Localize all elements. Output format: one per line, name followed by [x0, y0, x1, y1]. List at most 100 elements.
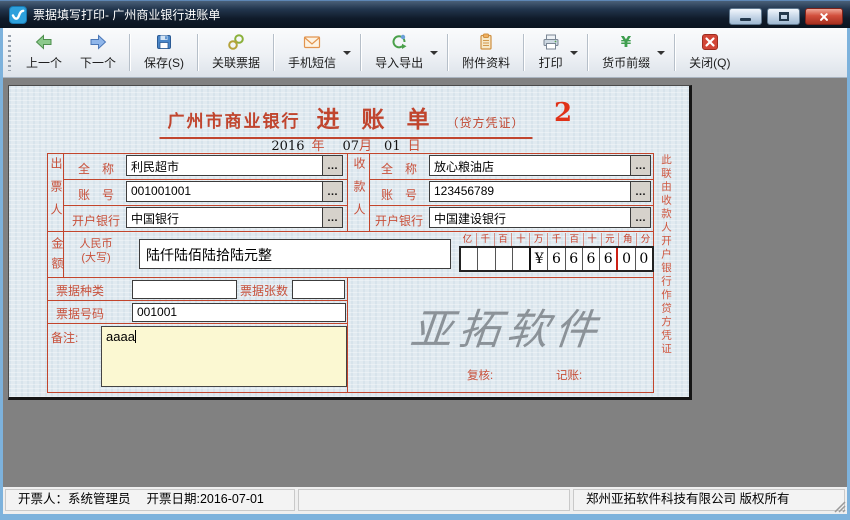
amount-grid-header-cell: 万	[529, 233, 547, 246]
amount-grid-cell[interactable]: 6	[599, 248, 616, 270]
form-line	[47, 300, 347, 301]
amount-grid-cell[interactable]	[512, 248, 529, 270]
amount-grid-cell[interactable]	[461, 248, 477, 270]
toolbar-print-button[interactable]: 打印	[529, 28, 583, 77]
amount-grid-cell[interactable]	[477, 248, 494, 270]
dropdown-arrow-icon[interactable]	[570, 51, 578, 55]
slip-header: 广州市商业银行 进 账 单 （贷方凭证）	[159, 100, 532, 139]
date-day: 01	[384, 139, 401, 154]
amount-grid-cells: ¥ 6 6 6 6 0 0	[459, 246, 654, 272]
drawer-account-picker-button[interactable]: …	[322, 182, 342, 201]
toolbar-currency-prefix-button[interactable]: ¥ 货币前缀	[593, 28, 670, 77]
form-line	[47, 277, 654, 278]
bill-type-input[interactable]	[132, 280, 237, 299]
toolbar-previous-button[interactable]: 上一个	[17, 28, 71, 77]
remark-text: aaaa	[106, 329, 135, 344]
amount-grid-cell[interactable]: ¥	[529, 248, 547, 270]
payee-name-picker-button[interactable]: …	[630, 156, 650, 175]
application-window: 票据填写打印- 广州商业银行进账单 上一个 下一个	[0, 0, 850, 520]
maximize-button[interactable]	[767, 8, 800, 25]
drawer-name-picker-button[interactable]: …	[322, 156, 342, 175]
amount-words-input[interactable]: 陆仟陆佰陆拾陆元整	[139, 239, 451, 269]
yen-icon: ¥	[617, 33, 635, 51]
drawer-account-label: 账 号	[67, 186, 125, 203]
amount-grid-header-cell: 百	[494, 233, 512, 246]
form-line	[369, 205, 654, 206]
toolbar-button-label: 下一个	[80, 54, 116, 71]
arrow-right-icon	[89, 33, 107, 51]
drawer-bank-field: 中国银行 …	[126, 207, 343, 228]
close-icon	[818, 11, 830, 23]
status-left-panel: 开票人：系统管理员 开票日期:2016-07-01	[5, 489, 295, 511]
payee-account-field: 123456789 …	[429, 181, 651, 202]
window-title: 票据填写打印- 广州商业银行进账单	[33, 1, 220, 29]
payee-name-label: 全 称	[370, 160, 428, 177]
close-window-button[interactable]	[805, 8, 843, 25]
payee-bank-label: 开户银行	[370, 212, 428, 229]
svg-text:¥: ¥	[621, 33, 632, 51]
minimize-button[interactable]	[729, 8, 762, 25]
amount-grid-cell[interactable]	[495, 248, 512, 270]
toolbar-separator	[273, 34, 275, 71]
arrow-left-icon	[35, 33, 53, 51]
date-month-label: 月	[359, 139, 372, 154]
amount-grid-cell[interactable]: 0	[616, 248, 634, 270]
payee-account-label: 账 号	[370, 186, 428, 203]
slip-title: 进 账 单	[316, 100, 436, 134]
status-middle-panel	[298, 489, 570, 511]
title-bar: 票据填写打印- 广州商业银行进账单	[0, 0, 850, 28]
bill-count-input[interactable]	[292, 280, 345, 299]
payee-bank-input[interactable]: 中国建设银行	[430, 208, 630, 227]
import-export-icon	[390, 33, 408, 51]
payee-account-input[interactable]: 123456789	[430, 182, 630, 201]
drawer-name-input[interactable]: 利民超市	[127, 156, 322, 175]
resize-grip[interactable]	[832, 499, 846, 513]
toolbar-next-button[interactable]: 下一个	[71, 28, 125, 77]
maximize-icon	[779, 12, 789, 21]
form-line	[347, 277, 348, 393]
review-label: 复核:	[467, 367, 493, 383]
minimize-icon	[740, 18, 751, 21]
toolbar-close-button[interactable]: 关闭(Q)	[680, 28, 739, 77]
form-line	[369, 179, 654, 180]
amount-grid-cell[interactable]: 6	[582, 248, 599, 270]
toolbar-button-label: 手机短信	[288, 54, 336, 71]
toolbar-separator	[523, 34, 525, 71]
toolbar-separator	[674, 34, 676, 71]
toolbar-save-button[interactable]: 保存(S)	[135, 28, 193, 77]
drawer-bank-input[interactable]: 中国银行	[127, 208, 322, 227]
bill-count-label: 票据张数	[240, 282, 288, 299]
form-line	[63, 179, 347, 180]
toolbar-sms-button[interactable]: 手机短信	[279, 28, 356, 77]
status-right-panel: 郑州亚拓软件科技有限公司 版权所有	[573, 489, 845, 511]
amount-grid-cell[interactable]: 6	[547, 248, 564, 270]
toolbar-related-bills-button[interactable]: 关联票据	[203, 28, 269, 77]
toolbar-grip[interactable]	[8, 35, 11, 71]
bill-number-input[interactable]: 001001	[132, 303, 346, 322]
document-viewer: 广州市商业银行 进 账 单 （贷方凭证） 2 2016年07月01日	[3, 78, 847, 487]
remark-textarea[interactable]: aaaa	[101, 326, 347, 387]
payee-name-input[interactable]: 放心粮油店	[430, 156, 630, 175]
payee-account-picker-button[interactable]: …	[630, 182, 650, 201]
toolbar-import-export-button[interactable]: 导入导出	[366, 28, 443, 77]
form-line	[47, 231, 654, 232]
amount-grid-cell[interactable]: 0	[635, 248, 652, 270]
toolbar-button-label: 货币前缀	[602, 54, 650, 71]
toolbar-button-label: 附件资料	[462, 54, 510, 71]
dropdown-arrow-icon[interactable]	[657, 51, 665, 55]
amount-grid-cell[interactable]: 6	[565, 248, 582, 270]
text-caret	[135, 330, 136, 343]
drawer-account-input[interactable]: 001001001	[127, 182, 322, 201]
dropdown-arrow-icon[interactable]	[343, 51, 351, 55]
amount-grid-header-cell: 千	[476, 233, 494, 246]
close-x-icon	[701, 33, 719, 51]
bill-number-label: 票据号码	[56, 305, 104, 322]
booking-label: 记账:	[556, 367, 582, 383]
bank-name: 广州市商业银行	[167, 107, 300, 132]
dropdown-arrow-icon[interactable]	[430, 51, 438, 55]
drawer-bank-picker-button[interactable]: …	[322, 208, 342, 227]
payee-bank-picker-button[interactable]: …	[630, 208, 650, 227]
toolbar-attachments-button[interactable]: 附件资料	[453, 28, 519, 77]
watermark: 亚拓软件	[408, 296, 606, 357]
form-line	[47, 323, 347, 324]
